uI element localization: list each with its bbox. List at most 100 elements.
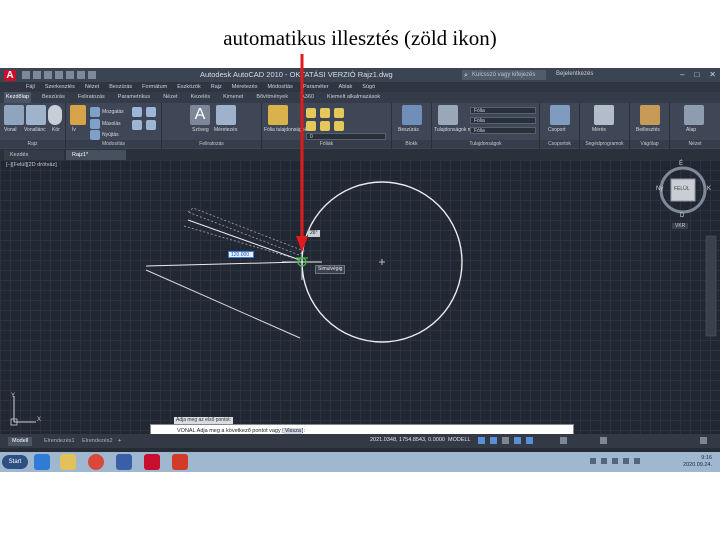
match-properties-icon[interactable] [438,105,458,125]
layer-lock-icon[interactable] [334,108,344,118]
explorer-icon[interactable] [60,454,76,470]
tab-addins[interactable]: Bővítmények [254,92,290,103]
menu-modify[interactable]: Módosítás [267,82,292,92]
start-button[interactable]: Start [2,455,28,469]
autocad-taskbar-icon[interactable] [144,454,160,470]
trim-icon[interactable] [132,120,142,130]
signin-button[interactable]: Bejelentkezés [556,71,593,77]
save-disk-icon[interactable] [116,454,132,470]
group-block-label[interactable]: Blokk [392,140,431,148]
stretch-icon[interactable] [90,130,100,140]
layer-iso-icon[interactable] [320,121,330,131]
line-tool-icon[interactable] [4,105,24,125]
file-tab-drawing1[interactable]: Rajz1* [66,150,126,160]
menu-insert[interactable]: Beszúrás [109,82,132,92]
menu-window[interactable]: Ablak [339,82,353,92]
group-layers-label[interactable]: Fóliák [262,140,391,148]
color-combo[interactable]: Fólia [470,107,536,114]
menu-help[interactable]: Súgó [362,82,375,92]
arc-tool-icon[interactable] [70,105,86,125]
group-groups-label[interactable]: Csoportok [540,140,579,148]
tray-lang-icon[interactable] [634,458,640,464]
wcs-menu[interactable]: VKR [672,223,689,229]
tab-view[interactable]: Nézet [161,92,179,103]
app-red-icon[interactable] [172,454,188,470]
autocad-logo-icon[interactable]: A [4,70,16,81]
viewcube-east[interactable]: K [707,186,711,192]
search-input[interactable]: ⌕ Kulcsszó vagy kifejezés [462,70,546,80]
redo-icon[interactable] [88,71,96,79]
base-view-icon[interactable] [684,105,704,125]
open-icon[interactable] [33,71,41,79]
paste-icon[interactable] [640,105,660,125]
menu-tools[interactable]: Eszközök [177,82,201,92]
layer-combo[interactable]: 0 [306,133,386,140]
group-annotate-label[interactable]: Feliratozás [162,140,261,148]
layer-walk-icon[interactable] [334,121,344,131]
layer-match-icon[interactable] [306,121,316,131]
close-button[interactable]: ✕ [709,70,716,79]
group-view-label[interactable]: Nézet [670,140,720,148]
maximize-button[interactable]: □ [694,70,699,79]
tray-volume-icon[interactable] [612,458,618,464]
file-tab-start[interactable]: Kezdés [4,150,64,160]
menu-dimension[interactable]: Méretezés [232,82,258,92]
tab-manage[interactable]: Kezelés [189,92,213,103]
menu-format[interactable]: Formátum [142,82,167,92]
ie-icon[interactable] [34,454,50,470]
menu-edit[interactable]: Szerkesztés [45,82,75,92]
layer-properties-icon[interactable] [268,105,288,125]
tray-flag-icon[interactable] [590,458,596,464]
new-icon[interactable] [22,71,30,79]
menu-parametric[interactable]: Paraméter [303,82,329,92]
dynamic-input-field[interactable]: 120.000 [228,251,254,258]
tab-insert[interactable]: Beszúrás [40,92,67,103]
tab-featured[interactable]: Kiemelt alkalmazások [325,92,382,103]
group-utilities-label[interactable]: Segédprogramok [580,140,629,148]
print-icon[interactable] [66,71,74,79]
fillet-icon[interactable] [146,120,156,130]
tab-annotate[interactable]: Feliratozás [76,92,107,103]
save-icon[interactable] [44,71,52,79]
lineweight-combo[interactable]: Fólia [470,127,536,134]
tab-a360[interactable]: A360 [299,92,316,103]
group-clipboard-label[interactable]: Vágólap [630,140,669,148]
layer-freeze-icon[interactable] [320,108,330,118]
viewcube-west[interactable]: Ny [656,186,663,192]
tab-parametric[interactable]: Parametrikus [116,92,152,103]
group-block: Beszúrás Blokk [392,103,432,149]
viewcube-south[interactable]: D [680,213,684,219]
insert-block-icon[interactable] [402,105,422,125]
tab-home[interactable]: Kezdőlap [4,92,31,103]
layer-on-icon[interactable] [306,108,316,118]
measure-icon[interactable] [594,105,614,125]
circle-tool-icon[interactable] [48,105,62,125]
mirror-icon[interactable] [146,107,156,117]
viewcube-top-face[interactable]: FELÜL [674,186,690,192]
menu-view[interactable]: Nézet [85,82,99,92]
chrome-icon[interactable] [88,454,104,470]
group-modify-label[interactable]: Módosítás [66,140,161,148]
tab-output[interactable]: Kimenet [221,92,245,103]
group-properties-label[interactable]: Tulajdonságok [432,140,539,148]
saveas-icon[interactable] [55,71,63,79]
tray-battery-icon[interactable] [623,458,629,464]
polyline-tool-icon[interactable] [26,105,46,125]
text-tool-icon[interactable]: A [190,105,210,125]
undo-icon[interactable] [77,71,85,79]
tray-network-icon[interactable] [601,458,607,464]
rotate-icon[interactable] [132,107,142,117]
group-tool-icon[interactable] [550,105,570,125]
drawing-canvas[interactable]: [–][Felül][2D drótváz] É D Ny K FELÜL VK… [0,160,720,434]
menu-draw[interactable]: Rajz [211,82,222,92]
menu-file[interactable]: Fájl [26,82,35,92]
minimize-button[interactable]: – [680,70,684,79]
system-clock[interactable]: 9:16 2020.09.24. [683,455,712,469]
measure-caption: Mérés [592,127,606,133]
copy-icon[interactable] [90,119,100,129]
move-icon[interactable] [90,107,100,117]
dimension-tool-icon[interactable] [216,105,236,125]
linetype-combo[interactable]: Fólia [470,117,536,124]
viewcube-north[interactable]: É [679,161,683,167]
group-draw-label[interactable]: Rajz [0,140,65,148]
